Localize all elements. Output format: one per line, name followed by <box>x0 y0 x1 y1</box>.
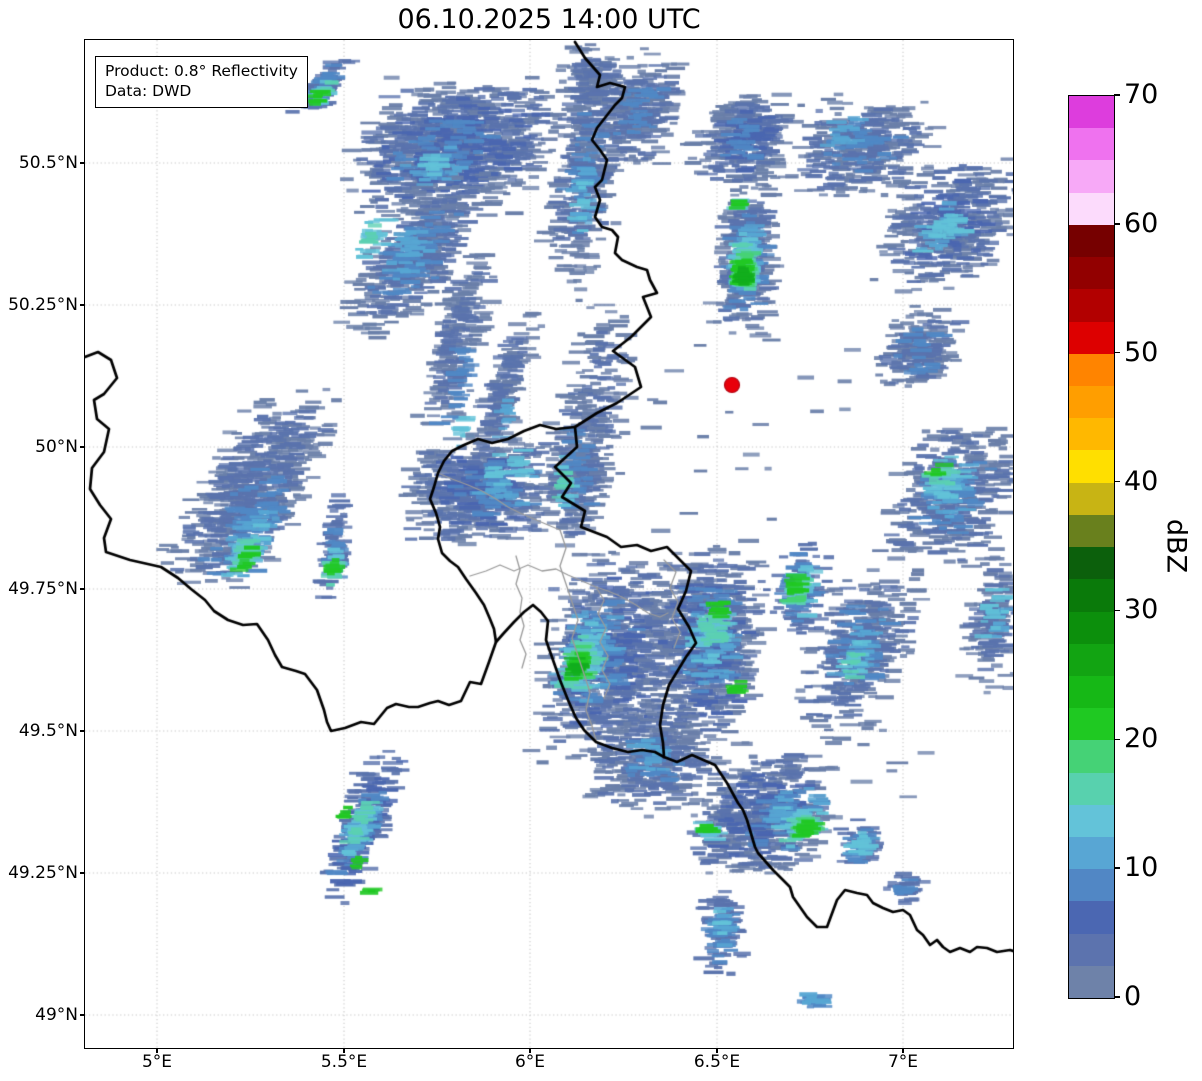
y-tick-label: 49.5°N <box>18 721 78 741</box>
figure-title: 06.10.2025 14:00 UTC <box>397 4 701 35</box>
legend-data-line: Data: DWD <box>105 82 192 101</box>
colorbar-band <box>1069 579 1114 612</box>
x-tick-mark <box>902 1048 904 1053</box>
colorbar-tick-label: 60 <box>1124 207 1159 239</box>
colorbar-band <box>1069 675 1114 709</box>
colorbar-band <box>1069 837 1114 870</box>
colorbar-band <box>1069 128 1114 161</box>
legend-product-line: Product: 0.8° Reflectivity <box>105 62 298 80</box>
colorbar-tick-mark <box>1114 867 1120 869</box>
y-tick-label: 50.5°N <box>18 153 78 173</box>
colorbar-band <box>1069 192 1114 225</box>
colorbar-band <box>1069 611 1114 644</box>
colorbar-tick-label: 20 <box>1124 723 1159 755</box>
x-tick-label: 7°E <box>887 1052 919 1072</box>
y-tick-mark <box>80 304 85 306</box>
colorbar-band <box>1069 418 1114 451</box>
colorbar-band <box>1069 224 1114 258</box>
y-tick-mark <box>80 872 85 874</box>
colorbar-band <box>1069 482 1114 515</box>
colorbar-tick-mark <box>1114 609 1120 612</box>
x-tick-mark <box>343 1048 345 1053</box>
colorbar-tick-label: 40 <box>1124 465 1159 497</box>
colorbar-band <box>1069 514 1114 548</box>
colorbar-band <box>1069 385 1114 419</box>
y-tick-mark <box>80 446 85 448</box>
y-tick-label: 49.75°N <box>8 579 78 599</box>
colorbar-unit-label: dBZ <box>1160 518 1192 574</box>
colorbar-tick-label: 10 <box>1124 852 1159 884</box>
colorbar-band <box>1069 160 1114 193</box>
x-tick-mark <box>716 1048 718 1053</box>
colorbar-band <box>1069 740 1114 773</box>
y-tick-label: 49°N <box>35 1005 78 1025</box>
colorbar-tick-mark <box>1114 738 1120 741</box>
colorbar-band <box>1069 869 1114 902</box>
colorbar-band <box>1069 804 1114 838</box>
colorbar-tick-label: 0 <box>1124 981 1142 1012</box>
radar-figure: 06.10.2025 14:00 UTC Product: 0.8° Refle… <box>0 0 1202 1081</box>
colorbar-band <box>1069 96 1114 129</box>
x-tick-mark <box>156 1048 158 1053</box>
x-tick-label: 6°E <box>514 1052 546 1072</box>
colorbar-band <box>1069 965 1114 999</box>
y-tick-label: 50°N <box>35 437 78 457</box>
colorbar-tick-label: 30 <box>1124 594 1159 626</box>
colorbar-band <box>1069 772 1114 805</box>
x-tick-label: 6.5°E <box>693 1052 741 1072</box>
colorbar-band <box>1069 547 1114 580</box>
radar-map-canvas <box>85 40 1013 1048</box>
x-tick-mark <box>529 1048 531 1053</box>
colorbar-tick-label: 50 <box>1124 336 1159 368</box>
colorbar-tick-label: 70 <box>1124 79 1159 110</box>
colorbar-band <box>1069 933 1114 966</box>
y-tick-mark <box>80 730 85 732</box>
x-tick-label: 5°E <box>141 1052 173 1072</box>
y-tick-label: 49.25°N <box>8 863 78 883</box>
y-tick-label: 50.25°N <box>8 295 78 315</box>
colorbar-band <box>1069 708 1114 741</box>
colorbar-band <box>1069 643 1114 676</box>
colorbar-tick-mark <box>1114 480 1120 483</box>
y-tick-mark <box>80 588 85 590</box>
colorbar-tick-mark <box>1114 351 1120 354</box>
colorbar-band <box>1069 257 1114 290</box>
y-tick-mark <box>80 162 85 164</box>
colorbar-band <box>1069 289 1114 322</box>
colorbar-tick-mark <box>1114 996 1120 998</box>
x-tick-label: 5.5°E <box>320 1052 368 1072</box>
colorbar-band <box>1069 353 1114 386</box>
colorbar-band <box>1069 450 1114 483</box>
colorbar-band <box>1069 901 1114 934</box>
y-tick-mark <box>80 1014 85 1016</box>
colorbar-tick-mark <box>1114 223 1120 225</box>
colorbar-tick-mark <box>1114 94 1120 96</box>
map-legend: Product: 0.8° Reflectivity Data: DWD <box>95 56 308 108</box>
colorbar-band <box>1069 321 1114 354</box>
colorbar <box>1068 95 1115 999</box>
